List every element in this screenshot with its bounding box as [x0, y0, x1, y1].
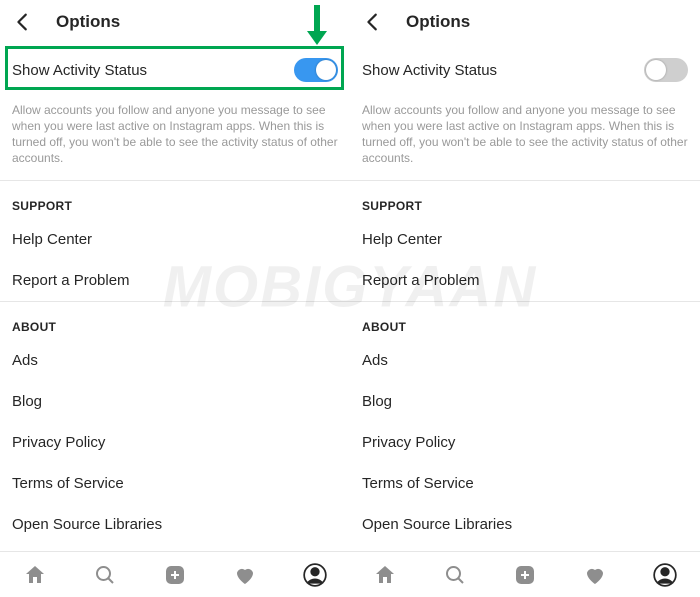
page-title: Options [56, 12, 120, 32]
home-icon[interactable] [372, 562, 398, 588]
activity-status-desc: Allow accounts you follow and anyone you… [0, 96, 350, 180]
heart-icon[interactable] [582, 562, 608, 588]
help-center[interactable]: Help Center [0, 219, 350, 260]
about-privacy[interactable]: Privacy Policy [350, 422, 700, 463]
about-blog[interactable]: Blog [350, 381, 700, 422]
section-support: SUPPORT [350, 181, 700, 219]
profile-icon[interactable] [302, 562, 328, 588]
activity-status-label: Show Activity Status [362, 62, 497, 79]
search-icon[interactable] [442, 562, 468, 588]
bottom-nav [0, 551, 350, 597]
about-ads[interactable]: Ads [0, 340, 350, 381]
pane-right: Options Show Activity Status Allow accou… [350, 0, 700, 597]
activity-status-toggle[interactable] [294, 58, 338, 82]
heart-icon[interactable] [232, 562, 258, 588]
header: Options [350, 0, 700, 44]
section-about: ABOUT [0, 302, 350, 340]
help-center[interactable]: Help Center [350, 219, 700, 260]
add-icon[interactable] [512, 562, 538, 588]
activity-status-row[interactable]: Show Activity Status [0, 44, 350, 96]
about-ads[interactable]: Ads [350, 340, 700, 381]
activity-status-toggle[interactable] [644, 58, 688, 82]
page-title: Options [406, 12, 470, 32]
header: Options [0, 0, 350, 44]
about-tos[interactable]: Terms of Service [350, 463, 700, 504]
search-icon[interactable] [92, 562, 118, 588]
section-support: SUPPORT [0, 181, 350, 219]
activity-status-desc: Allow accounts you follow and anyone you… [350, 96, 700, 180]
about-blog[interactable]: Blog [0, 381, 350, 422]
report-problem[interactable]: Report a Problem [0, 260, 350, 301]
settings-scroll[interactable]: Show Activity Status Allow accounts you … [0, 44, 350, 597]
section-about: ABOUT [350, 302, 700, 340]
profile-icon[interactable] [652, 562, 678, 588]
settings-scroll[interactable]: Show Activity Status Allow accounts you … [350, 44, 700, 597]
pane-left: Options Show Activity Status Allow accou… [0, 0, 350, 597]
report-problem[interactable]: Report a Problem [350, 260, 700, 301]
add-icon[interactable] [162, 562, 188, 588]
activity-status-label: Show Activity Status [12, 62, 147, 79]
back-icon[interactable] [12, 11, 34, 33]
about-oss[interactable]: Open Source Libraries [0, 504, 350, 545]
activity-status-row[interactable]: Show Activity Status [350, 44, 700, 96]
home-icon[interactable] [22, 562, 48, 588]
back-icon[interactable] [362, 11, 384, 33]
about-oss[interactable]: Open Source Libraries [350, 504, 700, 545]
bottom-nav [350, 551, 700, 597]
about-tos[interactable]: Terms of Service [0, 463, 350, 504]
about-privacy[interactable]: Privacy Policy [0, 422, 350, 463]
